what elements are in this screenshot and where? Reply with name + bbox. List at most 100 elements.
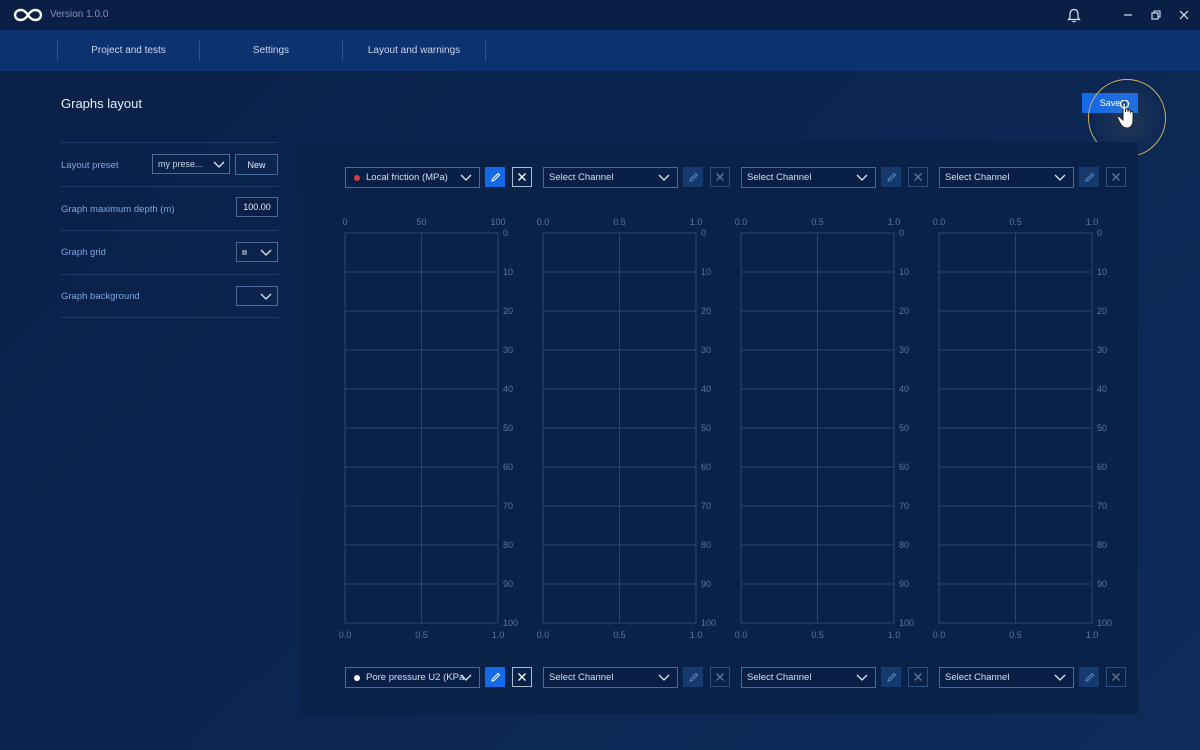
chevron-down-icon: [213, 161, 225, 168]
channel-select-label: Select Channel: [549, 172, 614, 183]
channel-select-label: Select Channel: [945, 672, 1010, 683]
graph-background-label: Graph background: [61, 291, 140, 302]
channel-select-label: Select Channel: [747, 172, 812, 183]
tab-settings[interactable]: Settings: [200, 30, 342, 71]
chevron-down-icon: [1054, 674, 1066, 681]
graph-background-select[interactable]: [236, 286, 278, 306]
chevron-down-icon: [260, 249, 272, 256]
pencil-icon: [1084, 172, 1094, 182]
depth-tick-label: 40: [503, 384, 513, 394]
top-channel-select-4[interactable]: Select Channel: [939, 167, 1074, 188]
depth-tick-label: 30: [899, 345, 909, 355]
bottom-axis-tick-label: 0.5: [415, 630, 428, 640]
minimize-button[interactable]: [1119, 6, 1137, 24]
depth-tick-label: 30: [701, 345, 711, 355]
depth-tick-label: 100: [899, 618, 914, 628]
top-remove-channel-button-1[interactable]: [512, 167, 532, 187]
tab-project-and-tests[interactable]: Project and tests: [58, 30, 199, 71]
top-axis-tick-label: 50: [416, 217, 426, 227]
top-edit-channel-button-1[interactable]: [485, 167, 505, 187]
top-axis-tick-label: 1.0: [1086, 217, 1099, 227]
top-channel-select-2[interactable]: Select Channel: [543, 167, 678, 188]
depth-tick-label: 30: [1097, 345, 1107, 355]
max-depth-row: Graph maximum depth (m): [61, 186, 278, 230]
top-remove-channel-button-2[interactable]: [710, 167, 730, 187]
top-remove-channel-button-4[interactable]: [1106, 167, 1126, 187]
close-button[interactable]: [1175, 6, 1193, 24]
chevron-down-icon: [460, 174, 472, 181]
top-axis-tick-label: 0.0: [735, 217, 748, 227]
bottom-remove-channel-button-4[interactable]: [1106, 667, 1126, 687]
depth-tick-label: 0: [503, 228, 508, 238]
chevron-down-icon: [460, 674, 472, 681]
close-icon: [1179, 10, 1189, 20]
bottom-channel-select-1[interactable]: Pore pressure U2 (KPa: [345, 667, 480, 688]
close-icon: [716, 173, 724, 181]
layout-preset-row: Layout preset my prese... New: [61, 142, 278, 186]
channel-select-label: Pore pressure U2 (KPa: [366, 672, 465, 683]
depth-tick-label: 0: [1097, 228, 1102, 238]
graph-grid-select[interactable]: [236, 242, 278, 262]
channel-select-label: Local friction (MPa): [366, 172, 448, 183]
top-channel-select-3[interactable]: Select Channel: [741, 167, 876, 188]
depth-tick-label: 90: [899, 579, 909, 589]
chevron-down-icon: [856, 674, 868, 681]
bottom-axis-tick-label: 1.0: [1086, 630, 1099, 640]
bottom-axis-tick-label: 0.0: [735, 630, 748, 640]
notification-button[interactable]: [1065, 6, 1083, 24]
depth-tick-label: 20: [701, 306, 711, 316]
channel-select-label: Select Channel: [549, 672, 614, 683]
bottom-remove-channel-button-3[interactable]: [908, 667, 928, 687]
depth-tick-label: 90: [1097, 579, 1107, 589]
bottom-channel-select-3[interactable]: Select Channel: [741, 667, 876, 688]
depth-tick-label: 40: [1097, 384, 1107, 394]
save-button[interactable]: Save: [1082, 93, 1138, 113]
top-axis-tick-label: 0.0: [933, 217, 946, 227]
bottom-channel-select-4[interactable]: Select Channel: [939, 667, 1074, 688]
channel-select-label: Select Channel: [945, 172, 1010, 183]
depth-tick-label: 20: [899, 306, 909, 316]
chevron-down-icon: [856, 174, 868, 181]
pencil-icon: [490, 172, 500, 182]
restore-button[interactable]: [1147, 6, 1165, 24]
bottom-remove-channel-button-2[interactable]: [710, 667, 730, 687]
tab-layout-and-warnings[interactable]: Layout and warnings: [343, 30, 485, 71]
bottom-edit-channel-button-1[interactable]: [485, 667, 505, 687]
bottom-axis-tick-label: 1.0: [690, 630, 703, 640]
depth-tick-label: 80: [503, 540, 513, 550]
depth-tick-label: 50: [503, 423, 513, 433]
bottom-edit-channel-button-3[interactable]: [881, 667, 901, 687]
bottom-remove-channel-button-1[interactable]: [512, 667, 532, 687]
depth-tick-label: 50: [1097, 423, 1107, 433]
bottom-channel-select-2[interactable]: Select Channel: [543, 667, 678, 688]
layout-preset-select[interactable]: my prese...: [152, 154, 230, 174]
depth-tick-label: 70: [1097, 501, 1107, 511]
top-edit-channel-button-4[interactable]: [1079, 167, 1099, 187]
max-depth-input[interactable]: [236, 197, 278, 217]
bottom-axis-tick-label: 0.0: [933, 630, 946, 640]
layout-settings: Layout preset my prese... New Graph maxi…: [61, 142, 278, 318]
chevron-down-icon: [260, 293, 272, 300]
top-axis-tick-label: 0: [342, 217, 347, 227]
bottom-edit-channel-button-4[interactable]: [1079, 667, 1099, 687]
top-remove-channel-button-3[interactable]: [908, 167, 928, 187]
depth-tick-label: 70: [503, 501, 513, 511]
depth-tick-label: 10: [503, 267, 513, 277]
depth-tick-label: 40: [899, 384, 909, 394]
top-axis-tick-label: 1.0: [888, 217, 901, 227]
close-icon: [914, 173, 922, 181]
depth-tick-label: 60: [503, 462, 513, 472]
top-edit-channel-button-2[interactable]: [683, 167, 703, 187]
depth-tick-label: 10: [701, 267, 711, 277]
top-edit-channel-button-3[interactable]: [881, 167, 901, 187]
new-preset-button[interactable]: New: [235, 154, 278, 175]
pencil-icon: [886, 172, 896, 182]
infinity-logo-icon: [13, 8, 43, 22]
bottom-edit-channel-button-2[interactable]: [683, 667, 703, 687]
channel-color-dot: [354, 174, 360, 181]
version-label: Version 1.0.0: [50, 9, 109, 20]
depth-tick-label: 70: [701, 501, 711, 511]
chevron-down-icon: [658, 174, 670, 181]
top-channel-select-1[interactable]: Local friction (MPa): [345, 167, 480, 188]
depth-tick-label: 90: [701, 579, 711, 589]
